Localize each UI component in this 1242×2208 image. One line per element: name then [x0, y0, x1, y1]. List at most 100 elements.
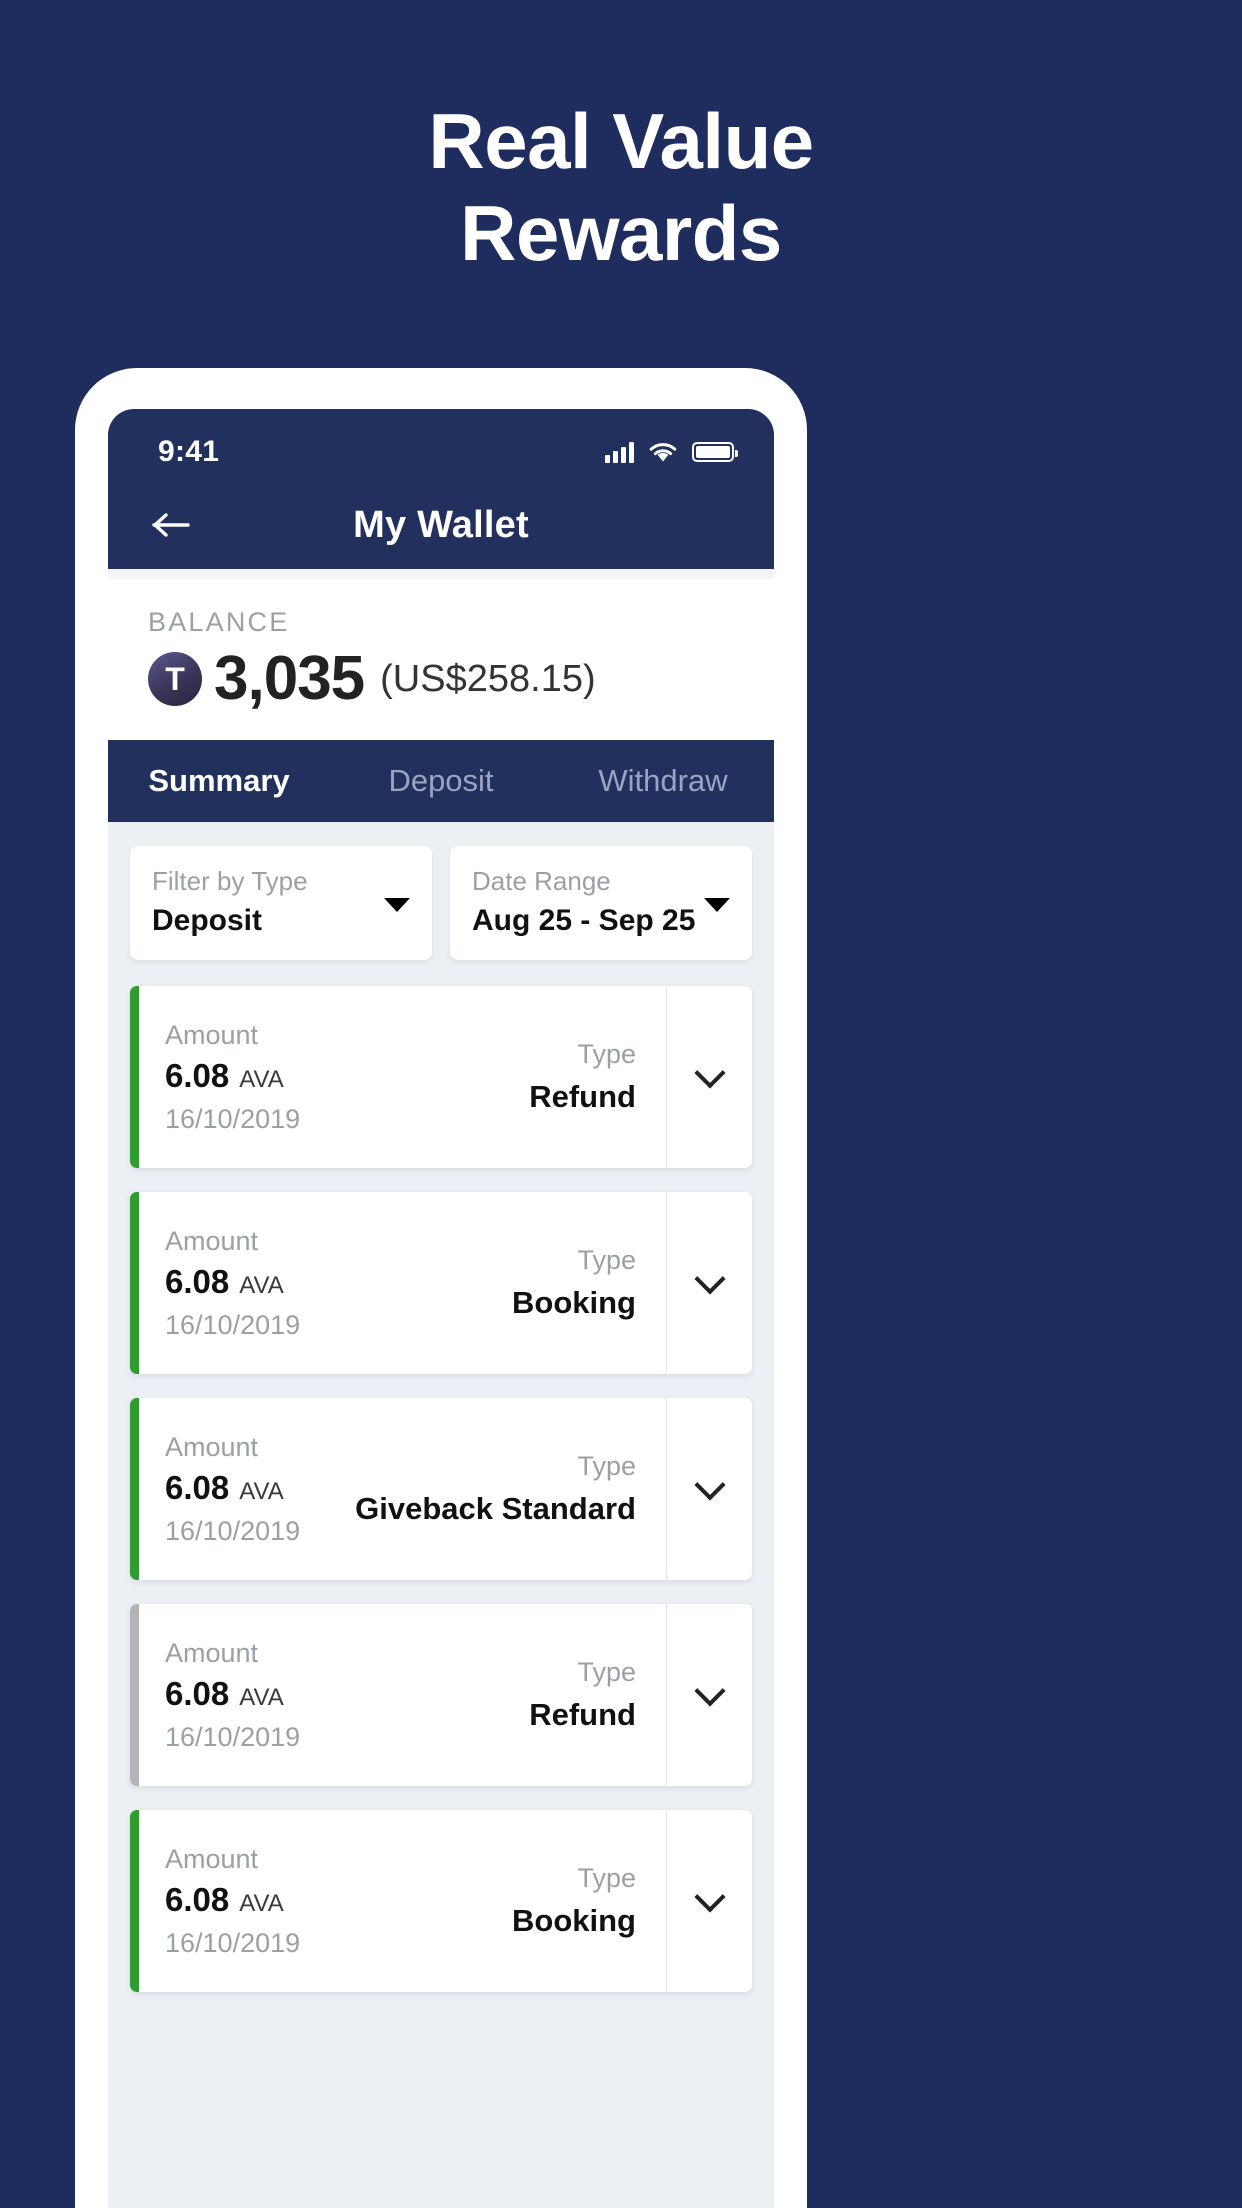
transaction-type-block: Type Refund — [529, 1657, 666, 1733]
divider — [108, 569, 774, 579]
hero-headline-line-1: Real Value — [428, 97, 814, 185]
battery-icon — [692, 442, 738, 462]
transaction-type-block: Type Booking — [512, 1245, 666, 1321]
transaction-type-block: Type Refund — [529, 1039, 666, 1115]
hero-headline-line-2: Rewards — [460, 189, 782, 278]
type-value: Booking — [512, 1902, 636, 1938]
expand-row-button[interactable] — [666, 1810, 752, 1992]
amount-row: 6.08 AVA — [165, 1469, 300, 1507]
table-row[interactable]: Amount 6.08 AVA 16/10/2019 Type Booking — [130, 1192, 752, 1374]
transaction-accent-bar — [130, 1810, 139, 1992]
table-row[interactable]: Amount 6.08 AVA 16/10/2019 Type Giveback… — [130, 1398, 752, 1580]
hero-headline: Real Value Rewards — [0, 95, 1242, 279]
amount-value: 6.08 — [165, 1262, 230, 1300]
amount-value: 6.08 — [165, 1056, 230, 1094]
amount-unit: AVA — [239, 1683, 284, 1711]
balance-label: BALANCE — [148, 607, 290, 637]
chevron-down-icon — [693, 1263, 726, 1295]
transaction-accent-bar — [130, 986, 139, 1168]
transaction-accent-bar — [130, 1604, 139, 1786]
amount-unit: AVA — [239, 1889, 284, 1917]
transaction-amount-block: Amount 6.08 AVA 16/10/2019 — [165, 1226, 300, 1341]
filter-by-type-value: Deposit — [152, 904, 263, 937]
date-range-label: Date Range — [472, 866, 611, 896]
type-label: Type — [577, 1038, 636, 1069]
chevron-down-icon — [693, 1675, 726, 1707]
transaction-accent-bar — [130, 1192, 139, 1374]
transaction-date: 16/10/2019 — [165, 1721, 301, 1752]
transaction-amount-block: Amount 6.08 AVA 16/10/2019 — [165, 1844, 300, 1959]
filter-row: Filter by Type Deposit Date Range Aug 25… — [130, 846, 752, 960]
transaction-amount-block: Amount 6.08 AVA 16/10/2019 — [165, 1020, 300, 1135]
expand-row-button[interactable] — [666, 1192, 752, 1374]
amount-unit: AVA — [239, 1065, 284, 1093]
amount-value: 6.08 — [165, 1880, 230, 1918]
wallet-body: Filter by Type Deposit Date Range Aug 25… — [108, 822, 774, 2002]
amount-value: 6.08 — [165, 1468, 230, 1506]
tab-deposit[interactable]: Deposit — [330, 763, 552, 799]
phone-mockup: 9:41 My Wallet BALANCE T 3,035 (US$258.1… — [75, 368, 807, 2208]
transaction-date: 16/10/2019 — [165, 1927, 301, 1958]
amount-value: 6.08 — [165, 1674, 230, 1712]
type-value: Giveback Standard — [355, 1490, 636, 1526]
transaction-content: Amount 6.08 AVA 16/10/2019 Type Refund — [139, 1604, 666, 1786]
balance-row: T 3,035 (US$258.15) — [148, 648, 734, 710]
expand-row-button[interactable] — [666, 986, 752, 1168]
expand-row-button[interactable] — [666, 1398, 752, 1580]
transaction-date: 16/10/2019 — [165, 1103, 301, 1134]
token-icon: T — [148, 652, 202, 706]
tab-summary[interactable]: Summary — [108, 763, 330, 799]
chevron-down-icon — [693, 1881, 726, 1913]
amount-row: 6.08 AVA — [165, 1881, 300, 1919]
type-label: Type — [577, 1862, 636, 1893]
transaction-accent-bar — [130, 1398, 139, 1580]
table-row[interactable]: Amount 6.08 AVA 16/10/2019 Type Booking — [130, 1810, 752, 1992]
app-bar: My Wallet — [108, 481, 774, 569]
wifi-icon — [648, 441, 678, 464]
balance-amount: 3,035 — [214, 644, 365, 713]
back-arrow-icon[interactable] — [148, 501, 196, 549]
transaction-content: Amount 6.08 AVA 16/10/2019 Type Booking — [139, 1810, 666, 1992]
transaction-type-block: Type Booking — [512, 1863, 666, 1939]
type-label: Type — [577, 1244, 636, 1275]
phone-screen: 9:41 My Wallet BALANCE T 3,035 (US$258.1… — [108, 409, 774, 2208]
date-range-dropdown[interactable]: Date Range Aug 25 - Sep 25 — [450, 846, 752, 960]
filter-by-type-dropdown[interactable]: Filter by Type Deposit — [130, 846, 432, 960]
chevron-down-icon — [704, 898, 730, 912]
amount-row: 6.08 AVA — [165, 1675, 300, 1713]
chevron-down-icon — [693, 1057, 726, 1089]
filter-by-type-label: Filter by Type — [152, 866, 308, 896]
date-range-value: Aug 25 - Sep 25 — [472, 904, 696, 937]
balance-fiat-value: (US$258.15) — [380, 658, 596, 700]
table-row[interactable]: Amount 6.08 AVA 16/10/2019 Type Refund — [130, 986, 752, 1168]
transaction-content: Amount 6.08 AVA 16/10/2019 Type Refund — [139, 986, 666, 1168]
amount-label: Amount — [165, 1225, 259, 1256]
type-value: Booking — [512, 1284, 636, 1320]
tab-withdraw[interactable]: Withdraw — [552, 763, 774, 799]
type-value: Refund — [529, 1696, 636, 1732]
cellular-signal-icon — [605, 441, 634, 463]
transaction-date: 16/10/2019 — [165, 1309, 301, 1340]
type-label: Type — [577, 1656, 636, 1687]
amount-label: Amount — [165, 1637, 259, 1668]
table-row[interactable]: Amount 6.08 AVA 16/10/2019 Type Refund — [130, 1604, 752, 1786]
status-bar-icons — [605, 441, 738, 464]
status-bar: 9:41 — [108, 409, 774, 481]
type-label: Type — [577, 1450, 636, 1481]
transaction-type-block: Type Giveback Standard — [355, 1451, 666, 1527]
amount-row: 6.08 AVA — [165, 1057, 300, 1095]
wallet-tabs: Summary Deposit Withdraw — [108, 740, 774, 822]
amount-label: Amount — [165, 1019, 259, 1050]
amount-label: Amount — [165, 1431, 259, 1462]
transaction-date: 16/10/2019 — [165, 1515, 301, 1546]
amount-row: 6.08 AVA — [165, 1263, 300, 1301]
amount-unit: AVA — [239, 1477, 284, 1505]
transaction-content: Amount 6.08 AVA 16/10/2019 Type Giveback… — [139, 1398, 666, 1580]
amount-label: Amount — [165, 1843, 259, 1874]
balance-section: BALANCE T 3,035 (US$258.15) — [108, 579, 774, 740]
amount-unit: AVA — [239, 1271, 284, 1299]
chevron-down-icon — [693, 1469, 726, 1501]
transaction-amount-block: Amount 6.08 AVA 16/10/2019 — [165, 1432, 300, 1547]
expand-row-button[interactable] — [666, 1604, 752, 1786]
transaction-list: Amount 6.08 AVA 16/10/2019 Type Refund A… — [130, 986, 752, 2002]
